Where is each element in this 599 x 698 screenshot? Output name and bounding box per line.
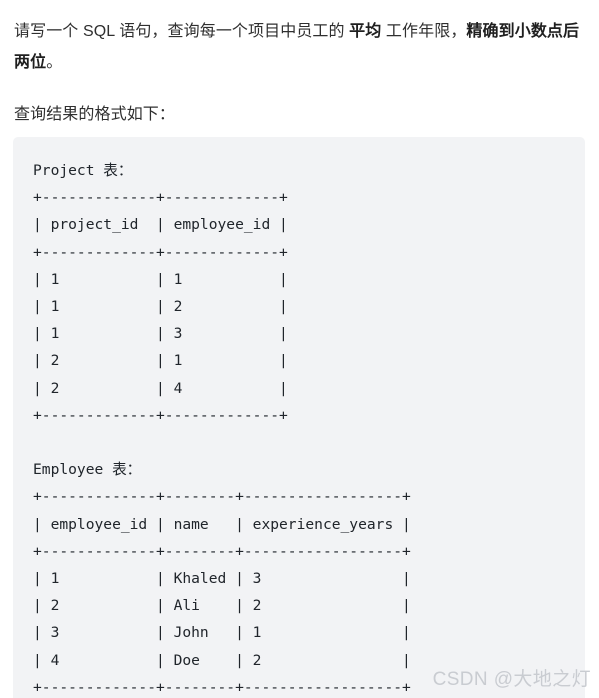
code-block: Project 表： +-------------+-------------+… [13, 137, 585, 698]
result-format-paragraph: 查询结果的格式如下： [14, 106, 176, 123]
question-paragraph: 请写一个 SQL 语句，查询每一个项目中员工的 平均 工作年限，精确到小数点后两… [14, 16, 585, 78]
question-text-part-3: 。 [46, 54, 63, 71]
question-text-part-1: 请写一个 SQL 语句，查询每一个项目中员工的 [14, 23, 350, 40]
question-text-part-2: 工作年限， [381, 23, 467, 40]
question-emphasis-average: 平均 [349, 23, 382, 40]
page-root: 请写一个 SQL 语句，查询每一个项目中员工的 平均 工作年限，精确到小数点后两… [0, 16, 599, 698]
prose-container: 请写一个 SQL 语句，查询每一个项目中员工的 平均 工作年限，精确到小数点后两… [0, 16, 599, 130]
code-block-content: Project 表： +-------------+-------------+… [33, 162, 411, 696]
code-block-inner: Project 表： +-------------+-------------+… [13, 137, 585, 698]
